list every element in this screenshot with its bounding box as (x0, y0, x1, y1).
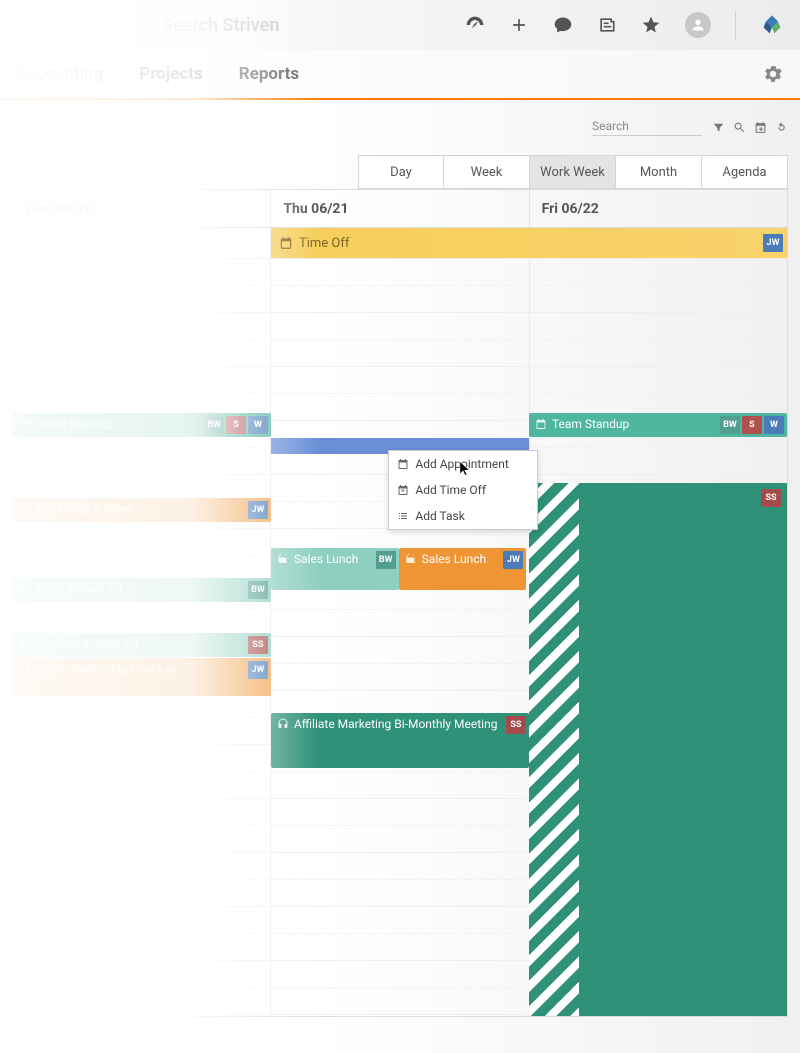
refresh-icon[interactable] (775, 121, 788, 134)
view-work-week[interactable]: Work Week (530, 155, 616, 189)
event-team-standup-fri[interactable]: Team Standup BWSW (529, 413, 787, 437)
calendar-header: Wed 06/20 Thu 06/21 Fri 06/22 (12, 189, 788, 227)
calendar-x-icon (397, 484, 409, 496)
search-icon (136, 16, 154, 34)
view-week[interactable]: Week (444, 155, 530, 189)
dashboard-icon[interactable] (465, 15, 485, 35)
nav-projects[interactable]: Projects (139, 64, 202, 84)
calendar-icon (279, 236, 293, 250)
plus-icon[interactable] (509, 15, 529, 35)
view-month[interactable]: Month (616, 155, 702, 189)
divider (735, 11, 736, 39)
event-team-standup-wed[interactable]: Team Standup BWSW (13, 413, 271, 437)
badge-jw: JW (763, 234, 783, 252)
allday-event-timeoff[interactable]: Time Off JW (271, 228, 787, 258)
filter-icon[interactable] (712, 121, 725, 134)
news-icon[interactable] (597, 15, 617, 35)
col-header-wed: Wed 06/20 (13, 190, 271, 227)
badge-w: W (764, 416, 784, 434)
search-small-icon[interactable] (733, 121, 746, 134)
event-label: Brian & Joan 1-1 (36, 582, 265, 596)
event-affiliate[interactable]: Affiliate Marketing Bi-Monthly Meeting S… (271, 713, 529, 768)
badge-w: W (248, 416, 268, 434)
calendar-body[interactable]: Time Off JW Team Standup BWSW Team Stand… (12, 227, 788, 1017)
nav-row: Accounting Projects Reports (0, 50, 800, 100)
event-label: Affiliate Marketing Bi-Monthly Meeting (294, 717, 523, 731)
ctx-label: Add Task (415, 509, 464, 523)
calendar-add-icon[interactable] (754, 121, 767, 134)
search-placeholder-text: Search Striven (162, 15, 279, 36)
headset-icon (277, 718, 289, 730)
event-sales-lunch-1[interactable]: Sales Lunch BW (271, 548, 399, 590)
view-tabs: Day Week Work Week Month Agenda (0, 155, 800, 189)
badge-ss: SS (761, 489, 781, 507)
event-label: Stephen & Joan 1-1 (36, 637, 265, 651)
topbar: Search Striven (0, 0, 800, 50)
badge-bw: BW (376, 551, 396, 569)
nav-reports[interactable]: Reports (239, 64, 299, 84)
calendar-icon (19, 418, 31, 430)
avatar[interactable] (685, 12, 711, 38)
view-day[interactable]: Day (358, 155, 444, 189)
event-block-fri[interactable]: SS (579, 483, 787, 1017)
star-icon[interactable] (641, 15, 661, 35)
calendar-toolbar: Search (0, 100, 800, 155)
event-sales-leadership[interactable]: Sales Leadership Check-in JW (13, 658, 271, 696)
calendar-icon (405, 553, 417, 565)
badge-bw: BW (248, 581, 268, 599)
brand-logo[interactable] (760, 13, 784, 37)
global-search[interactable]: Search Striven (136, 15, 396, 36)
badge-ss: SS (506, 716, 526, 734)
badge-bw: BW (204, 416, 224, 434)
calendar-icon (19, 503, 31, 515)
send-icon (19, 583, 31, 595)
badge-s: S (226, 416, 246, 434)
calendar-icon (277, 553, 289, 565)
badge-ss: SS (248, 636, 268, 654)
badge-jw: JW (248, 661, 268, 679)
event-sales-lunch-2[interactable]: Sales Lunch JW (399, 548, 527, 590)
cursor-icon (458, 460, 472, 478)
ctx-add-task[interactable]: Add Task (389, 503, 537, 529)
gear-icon[interactable] (762, 63, 784, 85)
badge-jw: JW (248, 501, 268, 519)
allday-label: Time Off (299, 236, 349, 251)
event-marketing-sales[interactable]: Marketing & Sales JW (13, 498, 271, 522)
badge-jw: JW (503, 551, 523, 569)
busy-indicator (529, 483, 579, 1017)
event-stephen-joan[interactable]: Stephen & Joan 1-1 SS (13, 633, 271, 657)
send-icon (19, 638, 31, 650)
calendar-search[interactable]: Search (592, 119, 702, 136)
list-icon (397, 510, 409, 522)
view-agenda[interactable]: Agenda (702, 155, 788, 189)
chat-icon[interactable] (553, 15, 573, 35)
event-label: Marketing & Sales (36, 502, 265, 516)
top-icons (465, 11, 784, 39)
event-label: Sales Leadership Check-in (36, 662, 265, 676)
ctx-add-timeoff[interactable]: Add Time Off (389, 477, 537, 503)
col-header-thu: Thu 06/21 (271, 190, 529, 227)
badge-s: S (742, 416, 762, 434)
headset-icon (19, 663, 31, 675)
ctx-label: Add Time Off (415, 483, 486, 497)
nav-accounting[interactable]: Accounting (16, 64, 103, 84)
calendar-icon (535, 418, 547, 430)
badge-bw: BW (720, 416, 740, 434)
event-clip (12, 473, 13, 501)
calendar-icon (397, 458, 409, 470)
col-header-fri: Fri 06/22 (530, 190, 787, 227)
event-brian-joan[interactable]: Brian & Joan 1-1 BW (13, 578, 271, 602)
